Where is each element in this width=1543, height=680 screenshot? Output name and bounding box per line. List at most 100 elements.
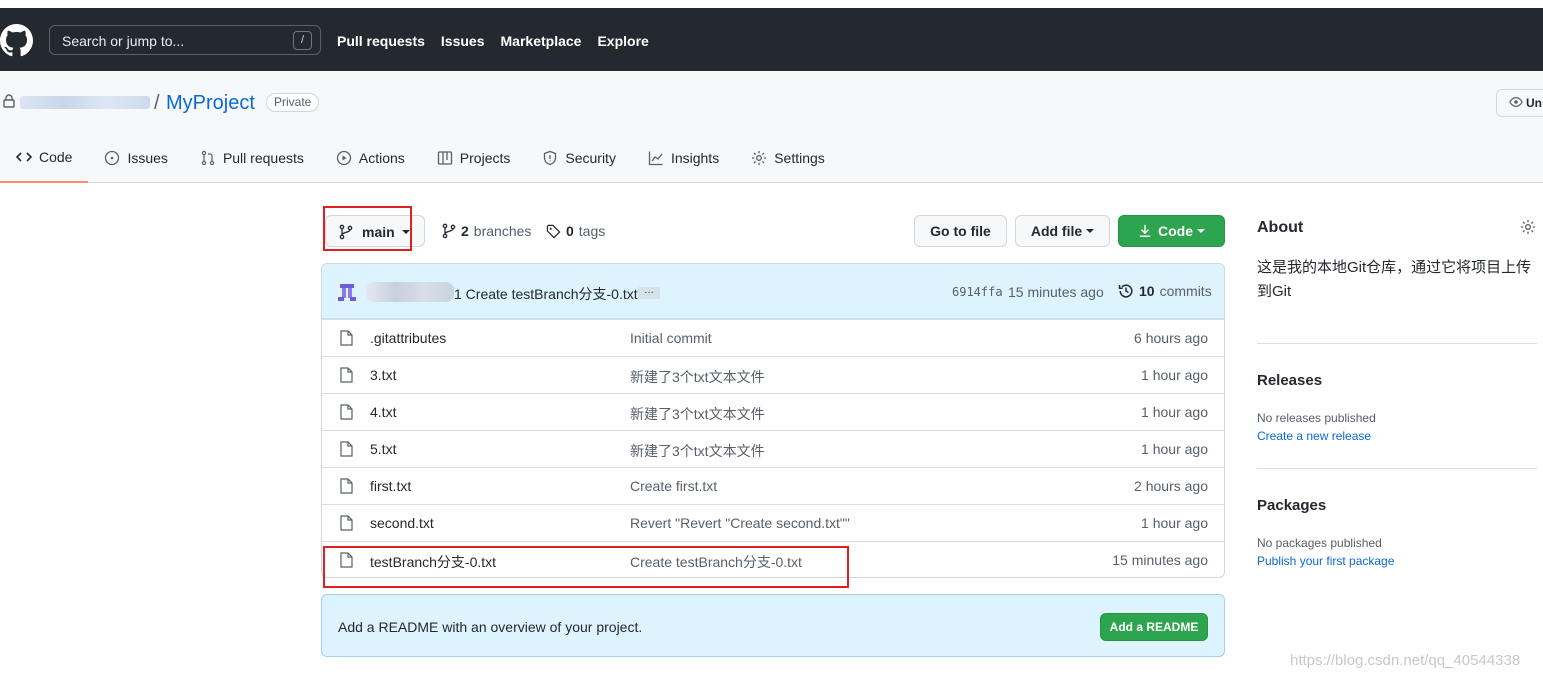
repo-tabs: Code Issues Pull requests Actions Projec… xyxy=(0,140,841,183)
tab-pull-requests[interactable]: Pull requests xyxy=(184,140,320,176)
tab-settings-label: Settings xyxy=(774,150,825,166)
lock-icon xyxy=(3,94,15,108)
file-name[interactable]: 4.txt xyxy=(370,404,396,420)
search-shortcut-key: / xyxy=(293,31,312,50)
file-commit-message[interactable]: 新建了3个txt文本文件 xyxy=(630,441,765,461)
avatar[interactable] xyxy=(337,283,357,303)
code-icon xyxy=(16,152,32,162)
annotation-box-branch xyxy=(323,206,412,251)
file-icon xyxy=(340,367,353,383)
issue-icon xyxy=(105,150,120,166)
tab-security-label: Security xyxy=(565,150,616,166)
repo-name[interactable]: MyProject xyxy=(166,92,255,115)
file-age: 6 hours ago xyxy=(1134,330,1208,346)
file-row[interactable]: 4.txt 新建了3个txt文本文件 1 hour ago xyxy=(322,393,1224,430)
file-name[interactable]: 3.txt xyxy=(370,367,396,383)
tab-actions[interactable]: Actions xyxy=(320,140,421,176)
commits-link[interactable]: 10 commits xyxy=(1118,283,1212,299)
file-row[interactable]: first.txt Create first.txt 2 hours ago xyxy=(322,467,1224,504)
tab-projects[interactable]: Projects xyxy=(421,140,527,176)
file-name[interactable]: .gitattributes xyxy=(370,330,446,346)
path-separator: / xyxy=(154,92,160,114)
file-row[interactable]: .gitattributes Initial commit 6 hours ag… xyxy=(322,319,1224,356)
tab-security[interactable]: Security xyxy=(526,140,632,176)
file-row[interactable]: 3.txt 新建了3个txt文本文件 1 hour ago xyxy=(322,356,1224,393)
file-row[interactable]: 5.txt 新建了3个txt文本文件 1 hour ago xyxy=(322,430,1224,467)
file-commit-message[interactable]: Revert "Revert "Create second.txt"" xyxy=(630,515,850,531)
visibility-badge: Private xyxy=(266,93,320,112)
code-button[interactable]: Code xyxy=(1118,215,1225,247)
sidebar-divider xyxy=(1257,468,1537,469)
play-icon xyxy=(336,150,352,166)
nav-explore[interactable]: Explore xyxy=(597,33,648,49)
unwatch-label: Un xyxy=(1526,96,1542,110)
pull-request-icon xyxy=(201,150,215,166)
commit-expand-button[interactable]: … xyxy=(638,286,660,299)
tab-code[interactable]: Code xyxy=(0,140,89,183)
tags-count: 0 xyxy=(566,223,574,239)
branches-label: branches xyxy=(473,223,532,239)
file-name[interactable]: 5.txt xyxy=(370,441,396,457)
git-branch-icon xyxy=(442,223,456,239)
nav-marketplace[interactable]: Marketplace xyxy=(501,33,582,49)
gear-icon[interactable] xyxy=(1520,219,1536,235)
about-heading: About xyxy=(1257,219,1304,236)
add-file-label: Add file xyxy=(1030,223,1083,239)
download-icon xyxy=(1139,224,1151,237)
table-icon xyxy=(437,151,452,165)
add-file-button[interactable]: Add file xyxy=(1015,215,1110,247)
file-age: 1 hour ago xyxy=(1141,441,1208,457)
tab-projects-label: Projects xyxy=(459,150,511,166)
sidebar-divider xyxy=(1257,343,1537,344)
file-commit-message[interactable]: 新建了3个txt文本文件 xyxy=(630,404,765,424)
readme-prompt: Add a README with an overview of your pr… xyxy=(321,594,1225,657)
create-release-link[interactable]: Create a new release xyxy=(1257,429,1371,443)
packages-heading[interactable]: Packages xyxy=(1257,497,1326,514)
unwatch-button[interactable]: Un xyxy=(1496,89,1543,117)
history-icon xyxy=(1118,284,1133,298)
tab-code-label: Code xyxy=(39,149,73,165)
tab-settings[interactable]: Settings xyxy=(735,140,841,176)
file-row[interactable]: second.txt Revert "Revert "Create second… xyxy=(322,504,1224,541)
file-name[interactable]: first.txt xyxy=(370,478,411,494)
branches-link[interactable]: 2 branches xyxy=(442,223,531,239)
commit-time: 15 minutes ago xyxy=(1008,284,1104,300)
nav-issues[interactable]: Issues xyxy=(441,33,485,49)
branches-count: 2 xyxy=(461,223,469,239)
commit-message[interactable]: 1 Create testBranch分支-0.txt xyxy=(454,284,638,304)
tab-insights[interactable]: Insights xyxy=(632,140,735,176)
add-readme-button[interactable]: Add a README xyxy=(1100,613,1208,641)
commit-sha[interactable]: 6914ffa xyxy=(952,285,1003,299)
file-name[interactable]: second.txt xyxy=(370,515,434,531)
github-logo-icon[interactable] xyxy=(0,24,33,57)
file-icon xyxy=(340,515,353,531)
tags-label: tags xyxy=(578,223,606,239)
file-age: 15 minutes ago xyxy=(1112,552,1208,568)
nav-pull-requests[interactable]: Pull requests xyxy=(337,33,425,49)
tab-pull-requests-label: Pull requests xyxy=(222,150,304,166)
owner-name-blurred[interactable] xyxy=(20,96,150,109)
chevron-down-icon xyxy=(1086,229,1095,233)
releases-empty-text: No releases published xyxy=(1257,411,1376,425)
file-commit-message[interactable]: Initial commit xyxy=(630,330,712,346)
file-age: 1 hour ago xyxy=(1141,515,1208,531)
eye-icon xyxy=(1509,97,1523,107)
file-age: 1 hour ago xyxy=(1141,404,1208,420)
file-browser: 1 Create testBranch分支-0.txt … 6914ffa 15… xyxy=(321,263,1225,578)
tags-link[interactable]: 0 tags xyxy=(546,223,605,239)
search-input[interactable]: Search or jump to... / xyxy=(49,25,321,55)
file-icon xyxy=(340,441,353,457)
search-placeholder: Search or jump to... xyxy=(62,33,185,49)
releases-heading[interactable]: Releases xyxy=(1257,372,1322,389)
file-age: 1 hour ago xyxy=(1141,367,1208,383)
tab-issues-label: Issues xyxy=(127,150,168,166)
publish-package-link[interactable]: Publish your first package xyxy=(1257,554,1394,568)
author-name-blurred[interactable] xyxy=(366,282,454,302)
tab-issues[interactable]: Issues xyxy=(88,140,183,176)
shield-icon xyxy=(544,150,557,166)
commits-count: 10 xyxy=(1139,283,1155,299)
annotation-box-file xyxy=(323,546,849,588)
file-commit-message[interactable]: 新建了3个txt文本文件 xyxy=(630,367,765,387)
go-to-file-button[interactable]: Go to file xyxy=(914,215,1007,247)
file-commit-message[interactable]: Create first.txt xyxy=(630,478,717,494)
